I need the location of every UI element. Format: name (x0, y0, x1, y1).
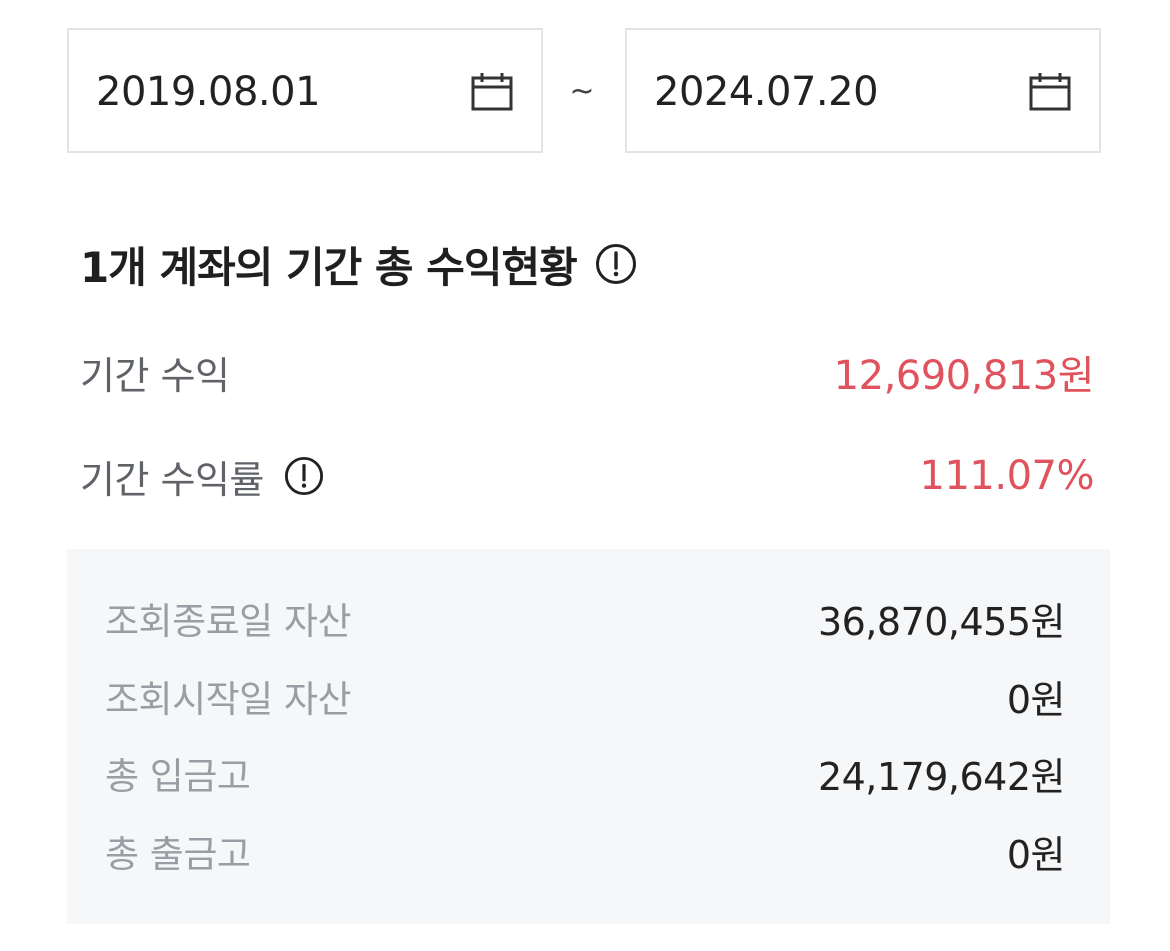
section-title-text: 1개 계좌의 기간 총 수익현황 (80, 242, 578, 292)
calendar-icon[interactable] (1028, 70, 1072, 114)
detail-label: 총 출금고 (105, 833, 251, 876)
start-date-value: 2019.08.01 (96, 69, 321, 115)
period-profit-label-text: 기간 수익 (80, 353, 230, 398)
period-return-row: 기간 수익률 111.07% (80, 448, 1095, 504)
period-return-value: 111.07% (919, 453, 1095, 499)
start-date-field[interactable]: 2019.08.01 (67, 28, 543, 153)
calendar-icon[interactable] (470, 70, 514, 114)
detail-row-total-withdrawal: 총 출금고 0원 (105, 825, 1066, 877)
detail-value: 36,870,455원 (817, 599, 1066, 644)
date-range-separator: ~ (569, 74, 595, 109)
detail-row-end-asset: 조회종료일 자산 36,870,455원 (105, 592, 1066, 644)
detail-label: 조회종료일 자산 (105, 600, 352, 643)
section-title: 1개 계좌의 기간 총 수익현황 (80, 234, 637, 294)
period-return-label: 기간 수익률 (80, 449, 324, 504)
detail-value: 24,179,642원 (817, 754, 1066, 799)
detail-value: 0원 (1006, 677, 1066, 722)
asset-detail-panel: 조회종료일 자산 36,870,455원 조회시작일 자산 0원 총 입금고 2… (67, 549, 1110, 924)
end-date-value: 2024.07.20 (654, 69, 879, 115)
period-return-label-text: 기간 수익률 (80, 457, 264, 502)
period-profit-label: 기간 수익 (80, 345, 230, 400)
period-profit-row: 기간 수익 12,690,813원 (80, 344, 1095, 400)
detail-label: 총 입금고 (105, 755, 251, 798)
detail-row-start-asset: 조회시작일 자산 0원 (105, 670, 1066, 722)
detail-row-total-deposit: 총 입금고 24,179,642원 (105, 747, 1066, 799)
info-circle-icon[interactable] (284, 456, 324, 496)
info-circle-icon[interactable] (595, 243, 637, 285)
date-range-picker: 2019.08.01 ~ 2024.07.20 (67, 28, 1104, 155)
end-date-field[interactable]: 2024.07.20 (625, 28, 1101, 153)
detail-value: 0원 (1006, 832, 1066, 877)
period-profit-value: 12,690,813원 (833, 353, 1095, 399)
detail-label: 조회시작일 자산 (105, 678, 352, 721)
